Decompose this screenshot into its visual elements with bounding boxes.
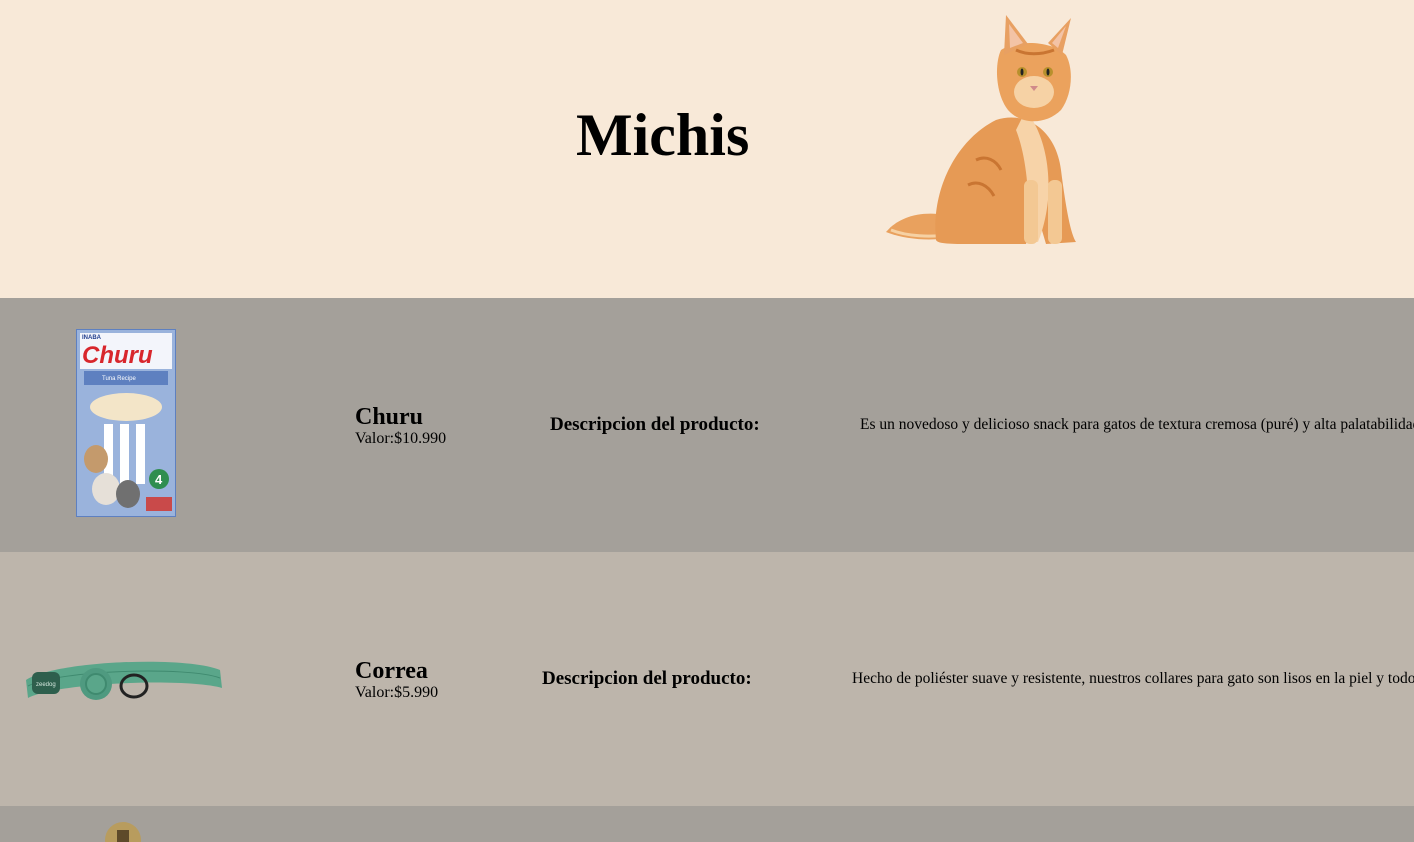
svg-text:Churu: Churu [82,342,153,369]
product-row-partial [0,806,1414,842]
product-price: Valor:$10.990 [355,430,447,447]
product-description: Es un novedoso y delicioso snack para ga… [860,416,1414,433]
page-header: Michis [0,0,1414,298]
orange-cat-image [886,15,1076,244]
svg-text:INABA: INABA [82,335,102,341]
description-label: Descripcion del producto: [550,414,760,435]
page-title: Michis [576,102,750,168]
svg-text:4: 4 [155,472,163,487]
svg-text:zeedog: zeedog [36,682,56,688]
product-row-churu: INABA Churu Tuna Recipe 4 Churu Valor:$1… [0,298,1414,552]
product-row-correa: zeedog Correa Valor:$5.990 Descripcion d… [0,552,1414,806]
collar-product-image: zeedog [26,661,222,700]
product-price: Valor:$5.990 [355,684,439,701]
description-label: Descripcion del producto: [542,668,752,689]
churu-product-image: INABA Churu Tuna Recipe 4 [76,329,176,517]
product-image-partial [105,822,141,842]
svg-text:Tuna Recipe: Tuna Recipe [102,376,136,382]
product-description: Hecho de poliéster suave y resistente, n… [852,670,1414,687]
product-name: Correa [355,658,428,684]
product-name: Churu [355,404,424,430]
